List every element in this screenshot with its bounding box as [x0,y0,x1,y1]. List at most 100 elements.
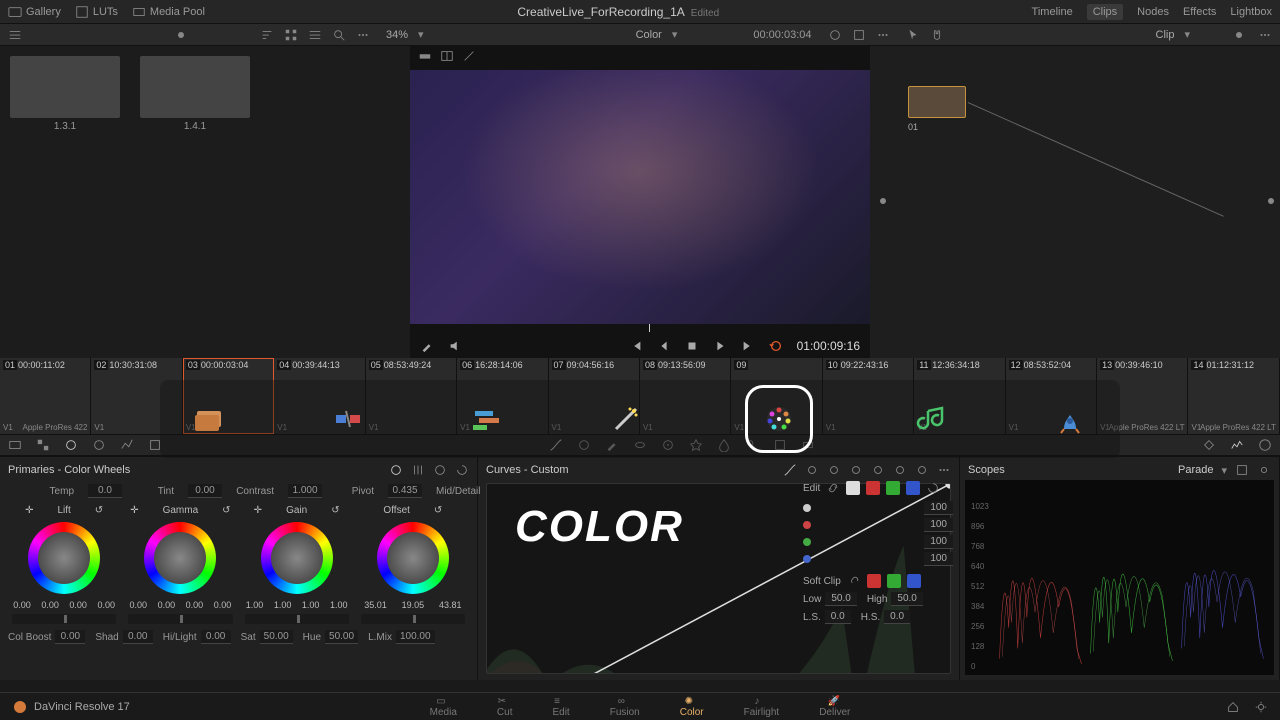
g-channel-btn[interactable] [886,481,900,495]
hilight-field[interactable]: 0.00 [201,630,231,644]
hand-icon[interactable] [930,28,944,42]
fusion-page-btn[interactable]: ∞Fusion [610,696,640,718]
more-icon-2[interactable] [876,28,890,42]
grid-icon[interactable] [284,28,298,42]
pointer-icon[interactable] [906,28,920,42]
viewer-mode[interactable]: Color [636,29,662,41]
offset-wheel[interactable] [377,522,449,594]
gamma-wheel[interactable] [144,522,216,594]
offset-reset-icon[interactable]: ↺ [434,505,442,516]
gain-picker-icon[interactable]: ✛ [254,505,262,516]
sc-r-btn[interactable] [867,574,881,588]
highlight-icon[interactable] [418,49,432,63]
slider-dot[interactable] [178,32,184,38]
pivot-field[interactable]: 0.435 [388,484,422,498]
g-intensity[interactable]: 100 [924,535,953,549]
lift-picker-icon[interactable]: ✛ [25,505,33,516]
wand-icon[interactable] [462,49,476,63]
viewer-frame[interactable] [410,70,870,325]
still-thumb[interactable]: 1.4.1 [140,56,250,348]
picker-icon[interactable] [420,339,434,353]
list-icon[interactable] [308,28,322,42]
contrast-field[interactable]: 1.000 [288,484,322,498]
fusion-page-icon[interactable] [606,399,646,439]
curves-more-icon[interactable] [937,463,951,477]
menu-icon[interactable] [8,28,22,42]
split-icon[interactable] [440,49,454,63]
clip-thumb[interactable]: 1401:12:31:12V1Apple ProRes 422 LT [1188,358,1279,434]
lift-wheel[interactable] [28,522,100,594]
cut-page-icon[interactable] [328,399,368,439]
y-intensity[interactable]: 100 [924,501,953,515]
bars-mode-icon[interactable] [411,463,425,477]
zoom-value[interactable]: 34% [386,29,408,41]
hue-sat-icon[interactable] [827,463,841,477]
nodes-tab[interactable]: Nodes [1137,6,1169,18]
curve-reset-icon[interactable] [926,481,940,495]
fairlight-page-icon[interactable] [912,399,952,439]
sc-link-icon[interactable] [847,574,861,588]
expand-icon[interactable] [852,28,866,42]
scopes-icon[interactable] [1230,438,1244,452]
color-page-icon[interactable] [745,385,813,453]
timeline-tab[interactable]: Timeline [1032,6,1073,18]
deliver-page-icon[interactable] [1050,399,1090,439]
clips-tab[interactable]: Clips [1087,4,1123,20]
log-mode-icon[interactable] [433,463,447,477]
lmix-field[interactable]: 100.00 [396,630,435,644]
hue-hue-icon[interactable] [805,463,819,477]
node-1[interactable] [908,86,966,118]
step-back-icon[interactable] [657,339,671,353]
edit-page-icon[interactable] [467,399,507,439]
lift-y-slider[interactable] [12,614,116,624]
node-output[interactable] [1268,198,1274,204]
r-channel-btn[interactable] [866,481,880,495]
wheels-icon[interactable] [64,438,78,452]
more-icon[interactable] [356,28,370,42]
sc-b-btn[interactable] [907,574,921,588]
mute-icon[interactable] [448,339,462,353]
tint-field[interactable]: 0.00 [188,484,222,498]
sc-hs[interactable]: 0.0 [884,610,910,624]
lum-sat-icon[interactable] [871,463,885,477]
stop-icon[interactable] [685,339,699,353]
sort-icon[interactable] [260,28,274,42]
playhead-marker[interactable] [649,324,650,332]
hdr-icon[interactable] [92,438,106,452]
gain-reset-icon[interactable]: ↺ [331,505,339,516]
sat-field[interactable]: 50.00 [260,630,293,644]
gamma-y-slider[interactable] [128,614,232,624]
cut-page-btn[interactable]: ✂Cut [497,696,513,718]
deliver-page-btn[interactable]: 🚀Deliver [819,696,850,718]
shad-field[interactable]: 0.00 [123,630,153,644]
clip-thumb[interactable]: 0100:00:11:02V1Apple ProRes 422 [0,358,91,434]
colboost-field[interactable]: 0.00 [55,630,85,644]
camera-raw-icon[interactable] [8,438,22,452]
sc-ls[interactable]: 0.0 [825,610,851,624]
home-icon[interactable] [1226,700,1240,714]
gamma-picker-icon[interactable]: ✛ [130,505,138,516]
link-icon[interactable] [826,481,840,495]
play-icon[interactable] [713,339,727,353]
still-thumb[interactable]: 1.3.1 [10,56,120,348]
luts-tab[interactable]: LUTs [75,5,118,19]
color-page-btn[interactable]: ✺Color [680,696,704,718]
loop-icon[interactable] [769,339,783,353]
gamma-reset-icon[interactable]: ↺ [222,505,230,516]
clip-mode[interactable]: Clip [1156,29,1175,41]
sat-lum-icon[interactable] [915,463,929,477]
media-page-btn[interactable]: ▭Media [430,696,457,718]
next-clip-icon[interactable] [741,339,755,353]
r-intensity[interactable]: 100 [924,518,953,532]
node-input[interactable] [880,198,886,204]
bypass-icon[interactable] [828,28,842,42]
color-checker-icon[interactable] [36,438,50,452]
temp-field[interactable]: 0.0 [88,484,122,498]
effects-tab[interactable]: Effects [1183,6,1216,18]
custom-curve-icon[interactable] [783,463,797,477]
reset-icon[interactable] [455,463,469,477]
sc-low[interactable]: 50.0 [825,592,856,606]
y-channel-btn[interactable] [846,481,860,495]
scope-settings-icon[interactable] [1257,463,1271,477]
prev-clip-icon[interactable] [629,339,643,353]
